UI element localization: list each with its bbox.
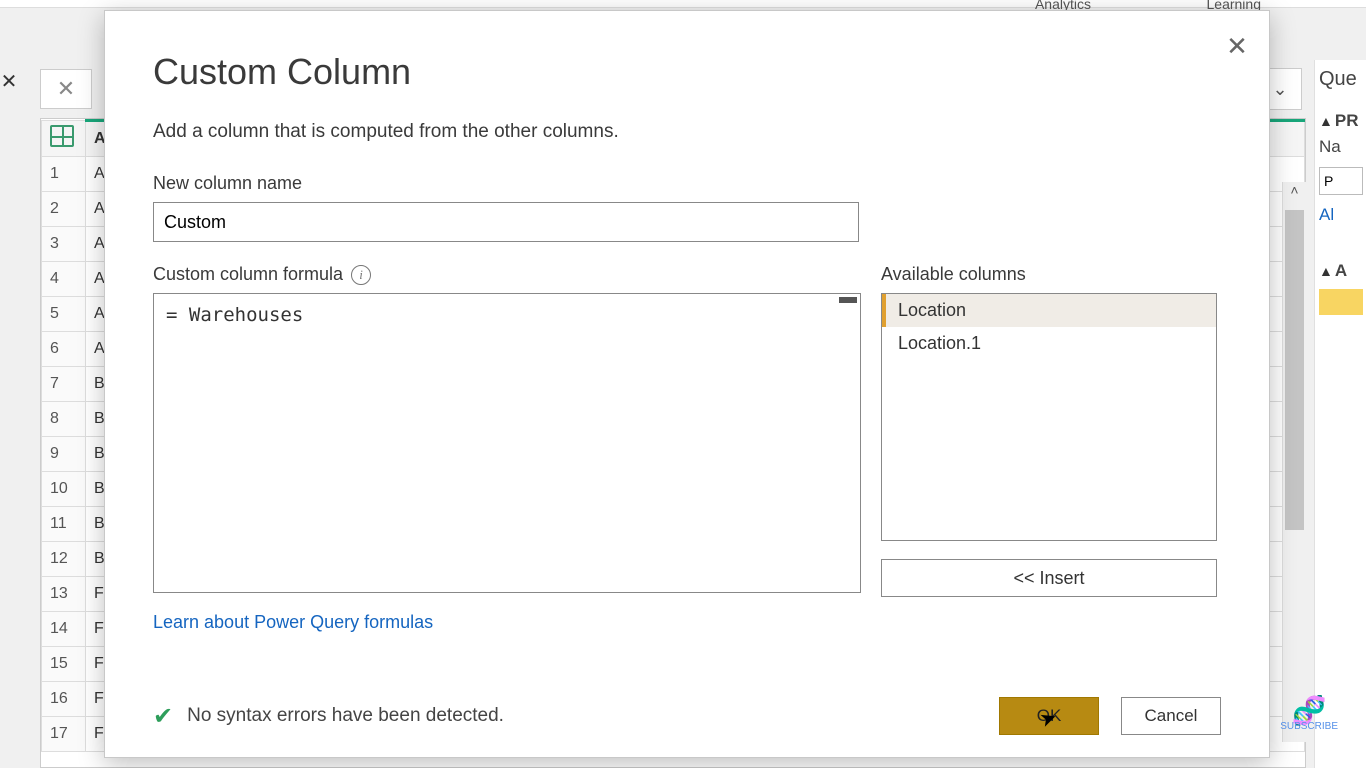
applied-step-selected[interactable] xyxy=(1319,289,1363,315)
available-column-item[interactable]: Location.1 xyxy=(882,327,1216,360)
scroll-up-icon[interactable]: ˄ xyxy=(1283,182,1306,208)
formula-cancel-icon[interactable]: ✕ xyxy=(40,69,92,109)
applied-steps-heading[interactable]: ▲A xyxy=(1319,261,1362,281)
cancel-button[interactable]: Cancel xyxy=(1121,697,1221,735)
name-label: Na xyxy=(1319,137,1362,157)
dialog-title: Custom Column xyxy=(153,51,1221,93)
all-properties-link[interactable]: Al xyxy=(1319,205,1362,225)
formula-resize-handle[interactable] xyxy=(839,297,857,303)
custom-column-dialog: ✕ Custom Column Add a column that is com… xyxy=(104,10,1270,758)
available-column-item[interactable]: Location xyxy=(882,294,1216,327)
learn-link[interactable]: Learn about Power Query formulas xyxy=(153,612,433,633)
check-icon: ✔ xyxy=(153,702,173,731)
query-settings-panel: Que ▲PR Na Al ▲A xyxy=(1314,60,1366,768)
panel-collapse-icon[interactable]: ✕ xyxy=(0,70,18,96)
info-icon[interactable]: i xyxy=(351,265,371,285)
available-columns-list[interactable]: Location Location.1 xyxy=(881,293,1217,541)
dialog-subtitle: Add a column that is computed from the o… xyxy=(153,121,1221,143)
properties-heading[interactable]: ▲PR xyxy=(1319,111,1362,131)
queries-heading: Que xyxy=(1319,68,1362,91)
formula-textarea[interactable] xyxy=(153,293,861,593)
table-icon[interactable] xyxy=(42,121,86,157)
syntax-status-text: No syntax errors have been detected. xyxy=(187,705,504,727)
ribbon-strip xyxy=(0,0,1366,8)
formula-label: Custom column formula i xyxy=(153,264,861,285)
new-column-name-label: New column name xyxy=(153,173,1221,194)
scroll-thumb[interactable] xyxy=(1285,210,1304,530)
insert-button[interactable]: << Insert xyxy=(881,559,1217,597)
query-name-input[interactable] xyxy=(1319,167,1363,195)
close-icon[interactable]: ✕ xyxy=(1219,29,1255,65)
vertical-scrollbar[interactable]: ˄ xyxy=(1282,182,1306,742)
new-column-name-input[interactable] xyxy=(153,202,859,242)
syntax-status: ✔ No syntax errors have been detected. xyxy=(153,702,504,731)
ok-button[interactable]: OK ➤ xyxy=(999,697,1099,735)
available-columns-label: Available columns xyxy=(881,264,1217,285)
